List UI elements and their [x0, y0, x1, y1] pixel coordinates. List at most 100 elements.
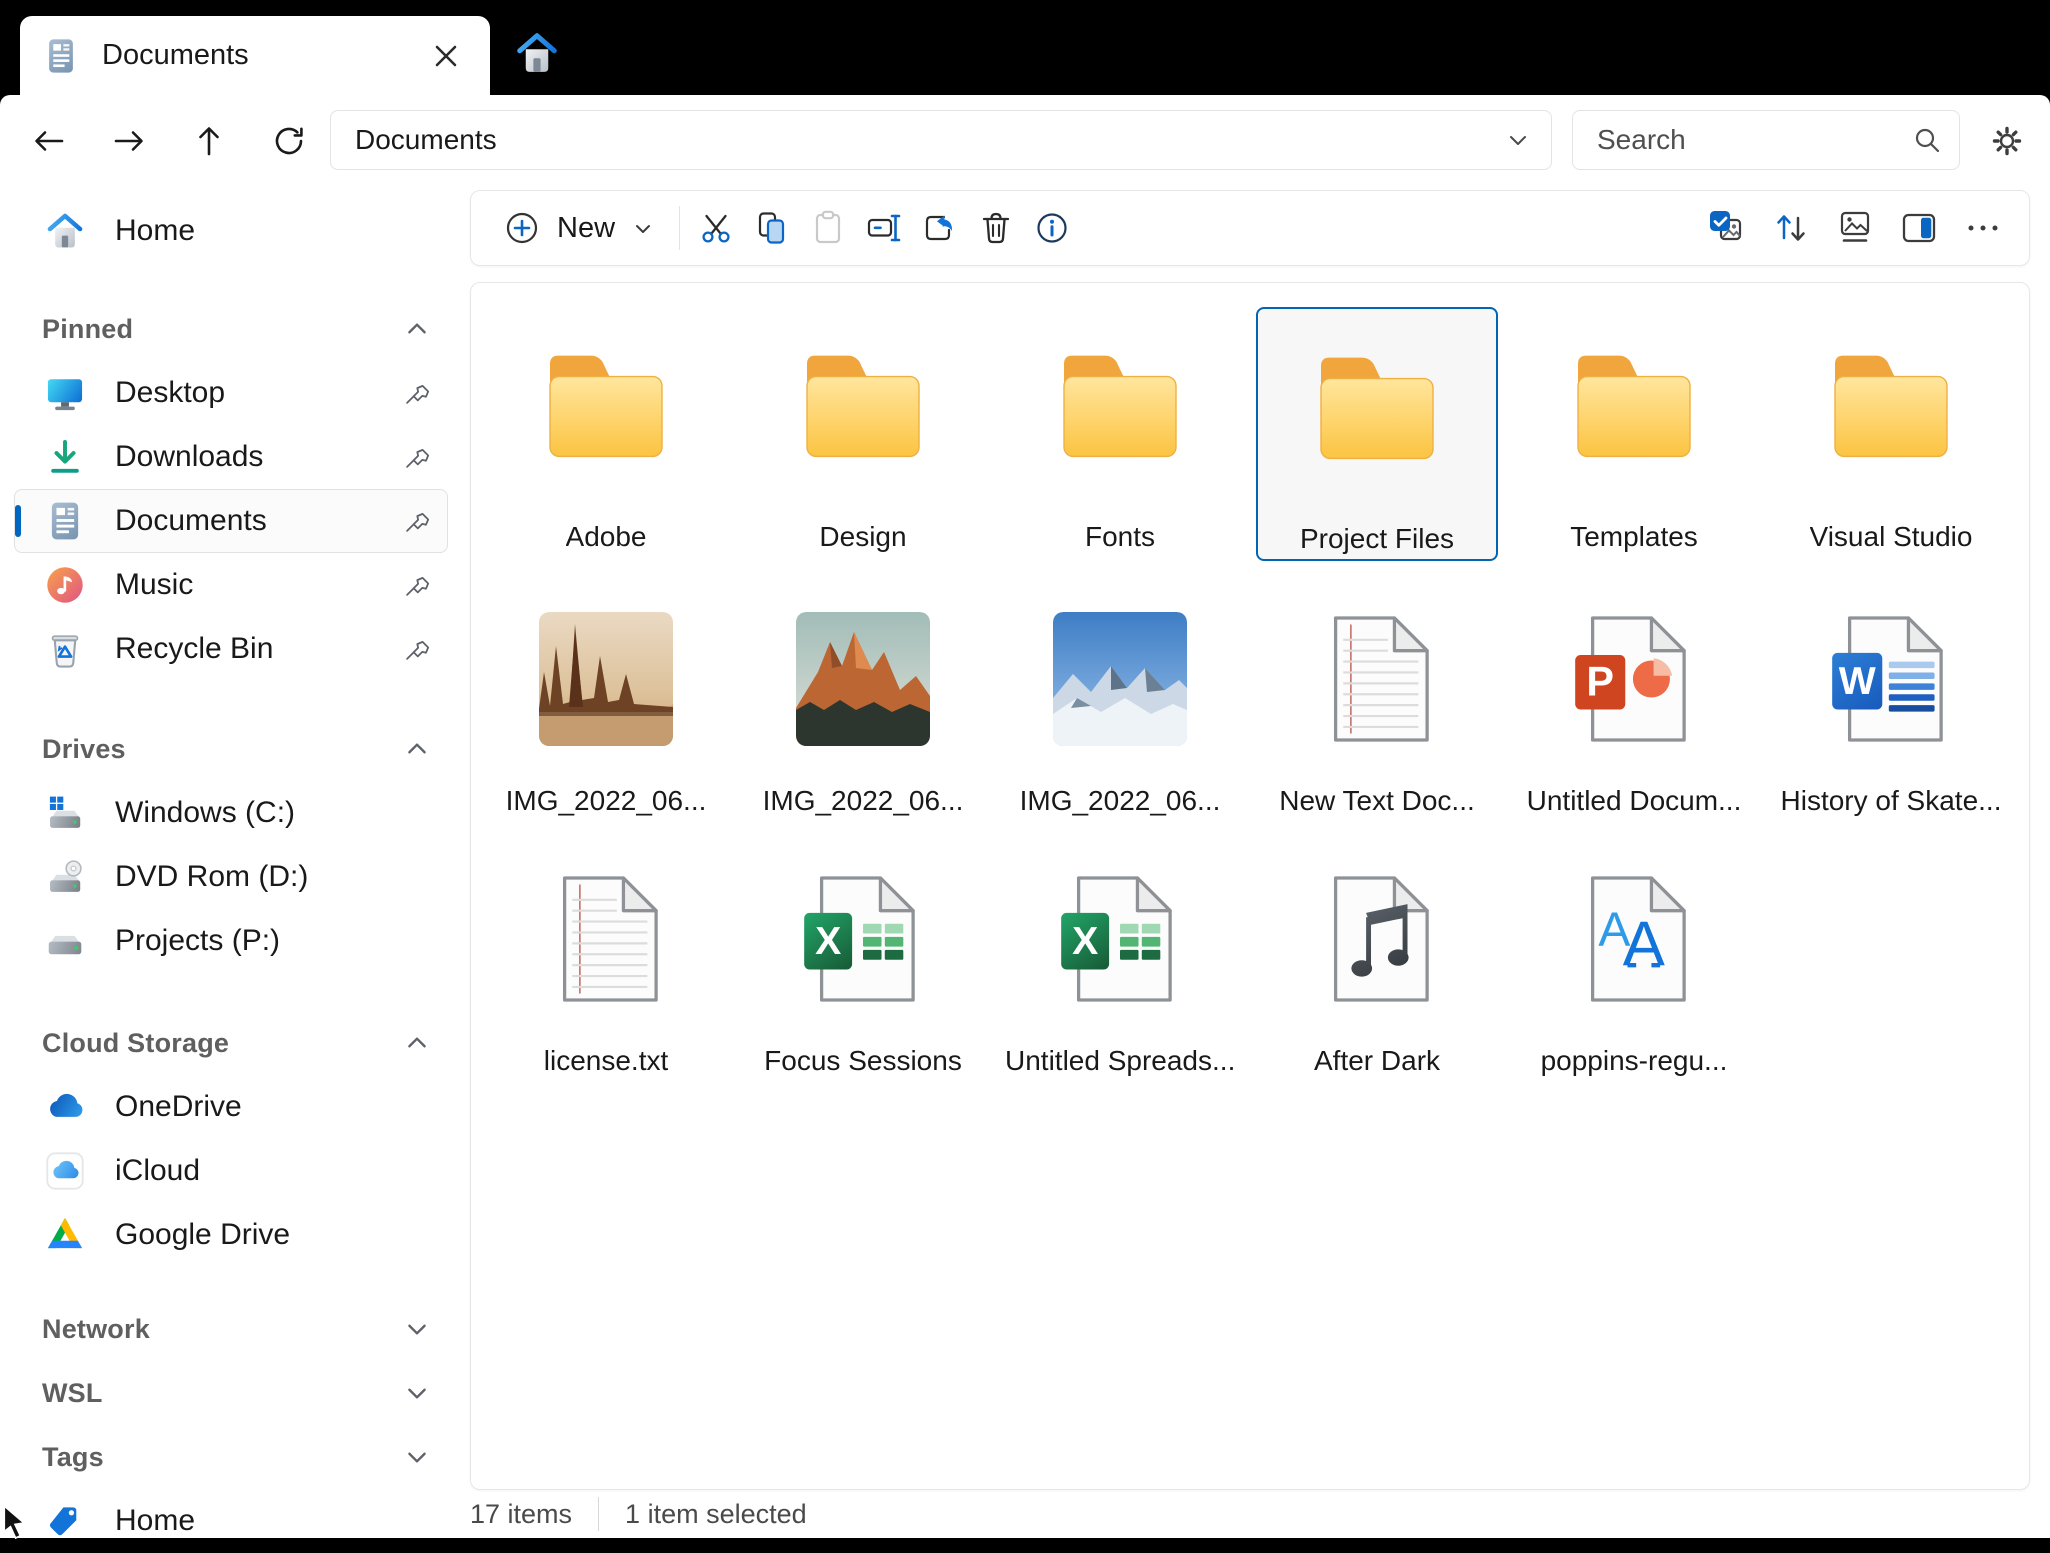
window-body: Documents Home Pinned Desktop Downloads Docu… [0, 95, 2050, 1538]
file-visual-studio[interactable]: Visual Studio [1770, 307, 2012, 561]
file-fonts[interactable]: Fonts [999, 307, 1241, 561]
copy-button[interactable] [744, 200, 800, 256]
sidebar-item-icloud[interactable]: iCloud [14, 1139, 448, 1203]
file-untitled-spreads-[interactable]: X Untitled Spreads... [999, 855, 1241, 1095]
file-img-2022-06-[interactable]: IMG_2022_06... [485, 595, 727, 835]
chevron-up-icon[interactable] [404, 736, 430, 762]
address-bar[interactable]: Documents [330, 110, 1552, 170]
folder-icon [485, 321, 727, 491]
image-thumbnail [485, 599, 727, 759]
section-header-pinned[interactable]: Pinned [14, 297, 448, 361]
section-header-cloud-storage[interactable]: Cloud Storage [14, 1011, 448, 1075]
file-label: New Text Doc... [1279, 785, 1475, 816]
pin-icon[interactable] [401, 442, 431, 472]
chevron-up-icon[interactable] [404, 1030, 430, 1056]
rename-button[interactable] [856, 200, 912, 256]
sidebar-item-documents[interactable]: Documents [14, 489, 448, 553]
info-button[interactable] [1024, 200, 1080, 256]
share-button[interactable] [912, 200, 968, 256]
search-input[interactable] [1595, 123, 1911, 157]
cut-button[interactable] [688, 200, 744, 256]
text-icon [485, 859, 727, 1019]
chevron-down-icon[interactable] [404, 1316, 430, 1342]
navigation-bar: Documents [0, 95, 2050, 185]
chevron-up-icon[interactable] [404, 316, 430, 342]
items-count: 17 items [470, 1498, 573, 1529]
sidebar-item-downloads[interactable]: Downloads [14, 425, 448, 489]
sidebar-item-label: Home [115, 214, 196, 247]
gear-icon[interactable] [1978, 112, 2036, 170]
section-header-network[interactable]: Network [14, 1297, 448, 1361]
new-button[interactable]: New [493, 198, 665, 258]
tab-close-icon[interactable] [424, 34, 468, 78]
chevron-down-icon[interactable] [404, 1380, 430, 1406]
tag-icon [43, 1499, 87, 1543]
powerpoint-icon: P [1513, 599, 1755, 759]
sidebar-item-music[interactable]: Music [14, 553, 448, 617]
file-templates[interactable]: Templates [1513, 307, 1755, 561]
details-pane-button[interactable] [1887, 200, 1951, 256]
sidebar-item-recycle-bin[interactable]: Recycle Bin [14, 617, 448, 681]
home-tab-button[interactable] [508, 24, 566, 82]
section-header-wsl[interactable]: WSL [14, 1361, 448, 1425]
sort-button[interactable] [1759, 200, 1823, 256]
delete-button[interactable] [968, 200, 1024, 256]
tab-documents[interactable]: Documents [20, 16, 490, 95]
view-button[interactable] [1823, 200, 1887, 256]
excel-icon: X [742, 859, 984, 1019]
sidebar-item-label: iCloud [115, 1154, 201, 1187]
file-poppins-regu-[interactable]: A A poppins-regu... [1513, 855, 1755, 1095]
file-history-of-skate-[interactable]: W History of Skate... [1770, 595, 2012, 835]
sidebar-item-windows-c-[interactable]: Windows (C:) [14, 781, 448, 845]
more-button[interactable] [1951, 200, 2015, 256]
section-header-drives[interactable]: Drives [14, 717, 448, 781]
sidebar-item-home[interactable]: Home [14, 199, 448, 263]
folder-icon [1770, 321, 2012, 491]
sidebar-item-label: Music [115, 568, 194, 601]
forward-button[interactable] [100, 112, 158, 170]
chevron-down-icon[interactable] [1507, 129, 1529, 151]
file-project-files[interactable]: Project Files [1256, 307, 1498, 561]
pin-icon[interactable] [401, 506, 431, 536]
file-img-2022-06-[interactable]: IMG_2022_06... [742, 595, 984, 835]
sidebar: Home Pinned Desktop Downloads Documents Music… [0, 185, 462, 1538]
sidebar-item-dvd-rom-d-[interactable]: DVD Rom (D:) [14, 845, 448, 909]
sidebar-item-label: Windows (C:) [115, 796, 296, 829]
sidebar-item-label: Google Drive [115, 1218, 291, 1251]
section-header-tags[interactable]: Tags [14, 1425, 448, 1489]
mouse-cursor [2, 1504, 32, 1540]
file-new-text-doc-[interactable]: New Text Doc... [1256, 595, 1498, 835]
file-license-txt[interactable]: license.txt [485, 855, 727, 1095]
back-button[interactable] [20, 112, 78, 170]
file-after-dark[interactable]: After Dark [1256, 855, 1498, 1095]
pin-icon[interactable] [401, 378, 431, 408]
file-untitled-docum-[interactable]: P Untitled Docum... [1513, 595, 1755, 835]
file-label: After Dark [1313, 1045, 1441, 1076]
file-label: Adobe [565, 521, 647, 552]
sidebar-item-label: Home [115, 1504, 196, 1537]
sidebar-item-onedrive[interactable]: OneDrive [14, 1075, 448, 1139]
file-label: license.txt [543, 1045, 669, 1076]
file-focus-sessions[interactable]: X Focus Sessions [742, 855, 984, 1095]
titlebar: Documents [0, 0, 2050, 95]
select-all-button[interactable] [1695, 200, 1759, 256]
file-design[interactable]: Design [742, 307, 984, 561]
sidebar-item-desktop[interactable]: Desktop [14, 361, 448, 425]
toolbar-divider [679, 206, 681, 250]
file-img-2022-06-[interactable]: IMG_2022_06... [999, 595, 1241, 835]
excel-icon: X [999, 859, 1241, 1019]
file-label: Visual Studio [1809, 521, 1973, 552]
search-box[interactable] [1572, 110, 1960, 170]
pin-icon[interactable] [401, 570, 431, 600]
file-label: History of Skate... [1780, 785, 2002, 816]
plus-icon [503, 209, 541, 247]
sidebar-item-home[interactable]: Home [14, 1489, 448, 1553]
up-button[interactable] [180, 112, 238, 170]
file-adobe[interactable]: Adobe [485, 307, 727, 561]
refresh-button[interactable] [260, 112, 318, 170]
sidebar-item-google-drive[interactable]: Google Drive [14, 1203, 448, 1267]
chevron-down-icon[interactable] [404, 1444, 430, 1470]
pin-icon[interactable] [401, 634, 431, 664]
sidebar-item-projects-p-[interactable]: Projects (P:) [14, 909, 448, 973]
drive-icon [43, 919, 87, 963]
